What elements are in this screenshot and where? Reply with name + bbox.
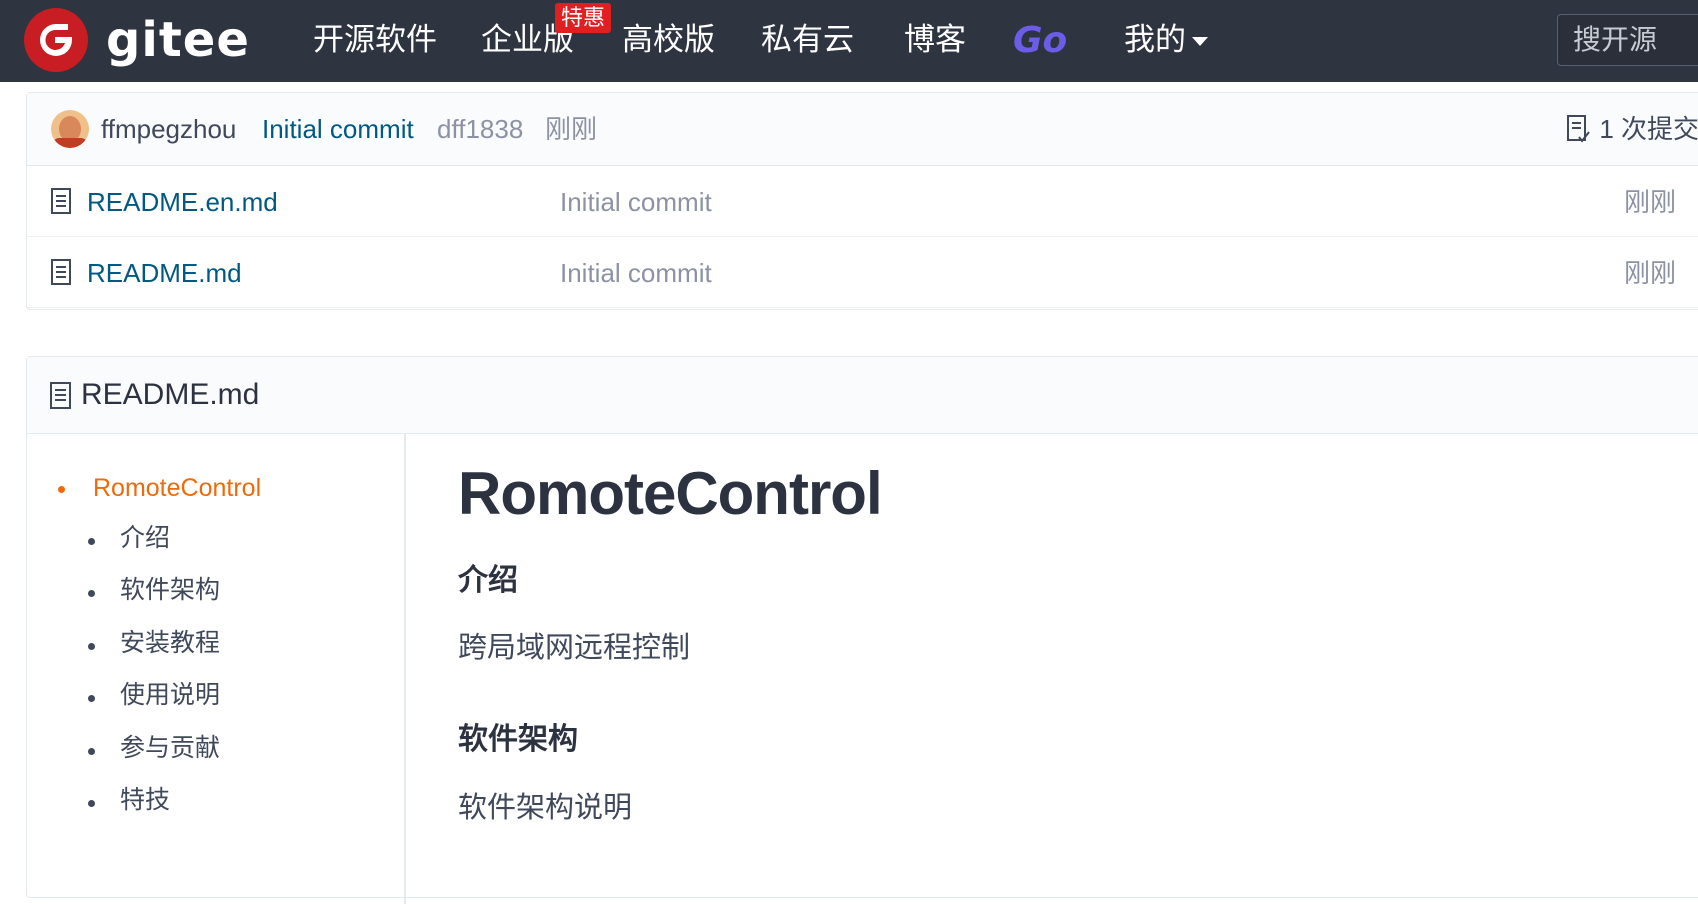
commit-message-link[interactable]: Initial commit [262, 113, 414, 145]
commit-hash[interactable]: dff1838 [437, 113, 523, 145]
file-name-link[interactable]: README.en.md [87, 186, 278, 218]
toc-item-features[interactable]: 特技 [120, 785, 170, 815]
file-row[interactable]: README.en.md Initial commit 刚刚 [27, 166, 1698, 237]
toc-item-intro[interactable]: 介绍 [120, 523, 170, 553]
toc-item-main[interactable]: RomoteControl [93, 473, 261, 503]
file-name-link[interactable]: README.md [87, 257, 242, 289]
toc-item-architecture[interactable]: 软件架构 [120, 575, 220, 605]
search-placeholder: 搜开源 [1573, 24, 1658, 55]
toc-bullet [58, 486, 65, 493]
readme-heading-intro: 介绍 [458, 564, 518, 597]
commit-count-link[interactable]: 1 次提交 [1565, 113, 1698, 145]
toc-bullet [88, 590, 95, 597]
toc-item-usage[interactable]: 使用说明 [120, 680, 220, 710]
caret-down-icon [1192, 37, 1208, 47]
readme-paragraph-architecture: 软件架构说明 [458, 792, 633, 824]
nav-go[interactable]: Go [1013, 20, 1067, 62]
readme-heading-1: RomoteControl [458, 460, 883, 527]
toc-item-install[interactable]: 安装教程 [120, 628, 220, 658]
file-commit-message[interactable]: Initial commit [560, 186, 712, 218]
toc-item-contribute[interactable]: 参与贡献 [120, 733, 220, 763]
nav-education[interactable]: 高校版 [622, 20, 715, 60]
nav-blog[interactable]: 博客 [904, 20, 966, 60]
readme-panel: README.md RomoteControl 介绍 软件架构 安装教程 使用说… [26, 356, 1698, 904]
readme-toc: RomoteControl 介绍 软件架构 安装教程 使用说明 参与贡献 特技 [27, 434, 406, 904]
commit-author[interactable]: ffmpegzhou [101, 113, 236, 145]
toc-bullet [88, 538, 95, 545]
latest-commit-bar: ffmpegzhou Initial commit dff1838 刚刚 1 次… [27, 93, 1698, 166]
readme-file-icon [50, 382, 71, 409]
readme-title: README.md [81, 378, 260, 411]
file-commit-time: 刚刚 [1624, 187, 1677, 217]
search-input[interactable]: 搜开源 [1557, 14, 1698, 66]
file-icon [51, 259, 71, 285]
avatar-shirt [53, 138, 87, 148]
file-commit-time: 刚刚 [1624, 258, 1677, 288]
file-commit-message[interactable]: Initial commit [560, 257, 712, 289]
toc-bullet [88, 695, 95, 702]
toc-bullet [88, 748, 95, 755]
nav-private-cloud[interactable]: 私有云 [761, 20, 854, 60]
file-row[interactable]: README.md Initial commit 刚刚 [27, 237, 1698, 308]
top-navbar: gitee 开源软件 企业版 特惠 高校版 私有云 博客 Go 我的 搜开源 [0, 0, 1698, 82]
commit-count-label: 1 次提交 [1599, 114, 1698, 144]
readme-header: README.md [27, 357, 1698, 434]
commit-time: 刚刚 [545, 114, 598, 144]
nav-open-source[interactable]: 开源软件 [313, 20, 437, 60]
toc-bullet [88, 643, 95, 650]
nav-mine-dropdown[interactable]: 我的 [1124, 20, 1208, 60]
readme-paragraph-intro: 跨局域网远程控制 [458, 632, 691, 664]
commit-history-icon [1567, 115, 1591, 143]
logo-text: gitee [106, 12, 250, 68]
file-icon [51, 188, 71, 214]
readme-heading-architecture: 软件架构 [458, 723, 578, 756]
toc-bullet [88, 800, 95, 807]
file-list-panel: ffmpegzhou Initial commit dff1838 刚刚 1 次… [26, 92, 1698, 310]
avatar[interactable] [51, 110, 89, 148]
gitee-logo[interactable]: gitee [24, 8, 250, 72]
promo-badge: 特惠 [555, 3, 612, 33]
gitee-logo-icon [24, 8, 88, 72]
nav-mine-label: 我的 [1124, 22, 1186, 57]
